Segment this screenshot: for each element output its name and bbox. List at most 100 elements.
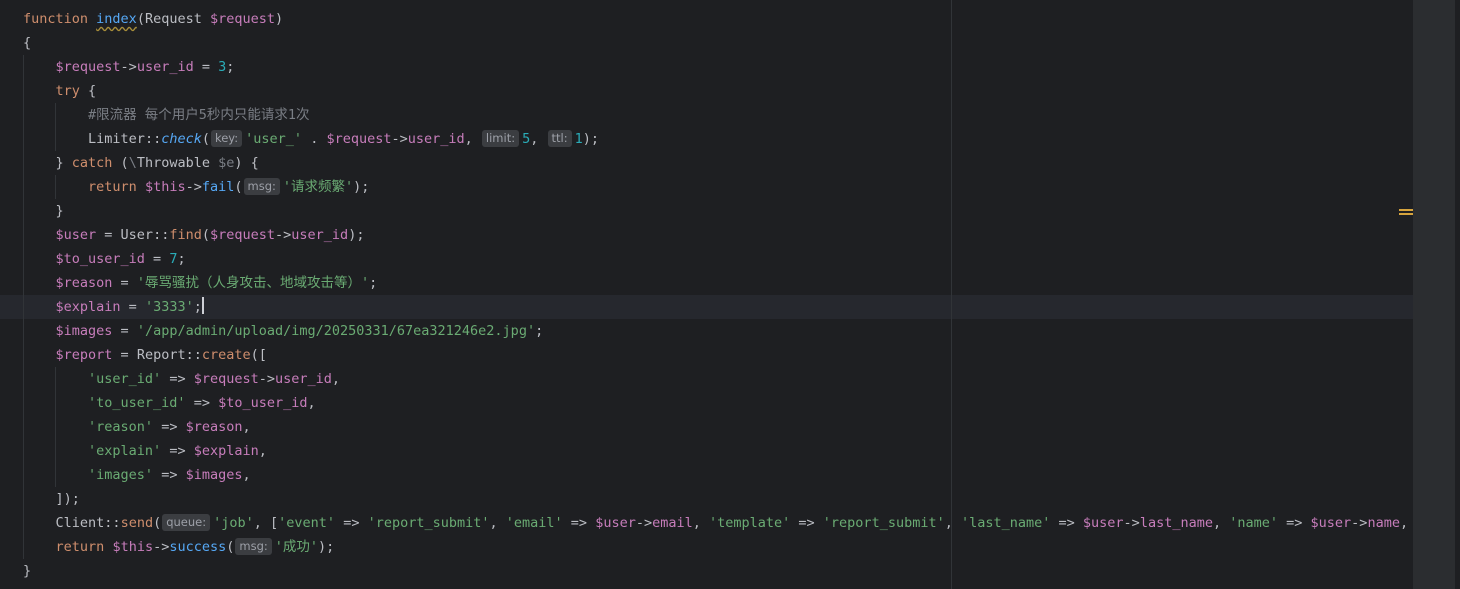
code-editor[interactable]: ⋯ function index(Request $request) { $re… xyxy=(0,0,1460,589)
indent-guide xyxy=(55,367,56,391)
array-key: 'email' xyxy=(505,515,563,531)
code-line[interactable]: return $this->fail(msg: '请求频繁'); xyxy=(0,175,1413,199)
window-edge xyxy=(1455,0,1460,589)
code-line[interactable]: ]); xyxy=(0,487,1413,511)
operator: => xyxy=(562,515,596,531)
property: email xyxy=(652,515,693,531)
code-line[interactable]: #限流器 每个用户5秒内只能请求1次 xyxy=(0,103,1413,127)
keyword: return xyxy=(55,539,105,555)
static-method[interactable]: send xyxy=(121,515,154,531)
unused-variable: $e xyxy=(218,155,235,171)
operator: = xyxy=(112,347,137,363)
operator: -> xyxy=(185,179,202,195)
code-line[interactable]: try { xyxy=(0,79,1413,103)
indent-guide xyxy=(23,271,24,295)
paren: ( xyxy=(201,131,210,147)
code-line[interactable]: Limiter::check(key:'user_' . $request->u… xyxy=(0,127,1413,151)
code-line[interactable]: 'to_user_id' => $to_user_id, xyxy=(0,391,1413,415)
operator: -> xyxy=(635,515,653,531)
variable: $request xyxy=(210,11,276,27)
variable: $request xyxy=(193,371,259,387)
indent-guide xyxy=(23,319,24,343)
scrollbar[interactable] xyxy=(1413,0,1456,589)
punct: ); xyxy=(318,539,335,555)
punct: , xyxy=(242,467,251,483)
code-line[interactable]: $images = '/app/admin/upload/img/2025033… xyxy=(0,319,1413,343)
variable: $reason xyxy=(185,419,243,435)
operator: => xyxy=(161,371,194,387)
code-line[interactable]: 'reason' => $reason, xyxy=(0,415,1413,439)
code-line[interactable]: 'explain' => $explain, xyxy=(0,439,1413,463)
class-name: Report xyxy=(136,347,186,363)
operator: -> xyxy=(391,131,408,147)
current-code-line[interactable]: $explain = '3333'; xyxy=(0,295,1413,319)
operator: -> xyxy=(120,59,137,75)
code-line[interactable]: $user = User::find($request->user_id); xyxy=(0,223,1413,247)
punct: , xyxy=(530,131,547,147)
function-name[interactable]: index xyxy=(96,11,137,27)
code-line[interactable]: { xyxy=(0,31,1413,55)
string: '辱骂骚扰（人身攻击、地域攻击等）' xyxy=(136,275,370,291)
punct: ; xyxy=(226,59,235,75)
indent-guide xyxy=(23,79,24,103)
operator: = xyxy=(112,275,137,291)
static-method[interactable]: find xyxy=(169,227,202,243)
variable: $user xyxy=(595,515,636,531)
code-area[interactable]: function index(Request $request) { $requ… xyxy=(0,7,1432,583)
punct: ; xyxy=(193,299,202,315)
array-key: 'to_user_id' xyxy=(88,395,186,411)
brace: } xyxy=(55,203,64,219)
indent-guide xyxy=(23,415,24,439)
code-line[interactable]: } xyxy=(0,559,1413,583)
indent-guide xyxy=(55,463,56,487)
punct: ); xyxy=(582,131,599,147)
indent-guide xyxy=(23,127,24,151)
code-line[interactable]: } catch (\Throwable $e) { xyxy=(0,151,1413,175)
code-line[interactable]: function index(Request $request) xyxy=(0,7,1413,31)
code-line[interactable]: $report = Report::create([ xyxy=(0,343,1413,367)
code-line[interactable]: $reason = '辱骂骚扰（人身攻击、地域攻击等）'; xyxy=(0,271,1413,295)
code-line[interactable]: } xyxy=(0,199,1413,223)
method-call[interactable]: success xyxy=(169,539,226,555)
variable: $request xyxy=(55,59,121,75)
warning-marker-icon[interactable] xyxy=(1399,209,1413,215)
indent-guide xyxy=(23,391,24,415)
number: 5 xyxy=(522,131,531,147)
indent-guide xyxy=(55,391,56,415)
operator: -> xyxy=(153,539,170,555)
indent-guide xyxy=(55,103,56,127)
code-line[interactable]: return $this->success(msg: '成功'); xyxy=(0,535,1413,559)
keyword: try xyxy=(55,83,80,99)
namespace-separator: \ xyxy=(128,155,137,171)
static-method[interactable]: check xyxy=(161,131,202,147)
parameter-hint: limit: xyxy=(481,130,520,147)
code-line[interactable]: 'user_id' => $request->user_id, xyxy=(0,367,1413,391)
code-line[interactable]: $to_user_id = 7; xyxy=(0,247,1413,271)
code-line[interactable]: Client::send(queue:'job', ['event' => 'r… xyxy=(0,511,1432,535)
method-call[interactable]: fail xyxy=(202,179,235,195)
fold-icon[interactable]: ⋯ xyxy=(24,0,38,5)
operator: => xyxy=(1278,515,1311,531)
punct: ; xyxy=(177,251,186,267)
variable: $this xyxy=(112,539,154,555)
array-key: 'explain' xyxy=(88,443,162,459)
code-line[interactable]: 'images' => $images, xyxy=(0,463,1413,487)
paren: ([ xyxy=(250,347,267,363)
code-line[interactable]: $request->user_id = 3; xyxy=(0,55,1413,79)
property: name xyxy=(1367,515,1400,531)
variable: $reason xyxy=(55,275,113,291)
indent-guide xyxy=(55,175,56,199)
parameter-hint: msg: xyxy=(235,538,272,555)
operator: -> xyxy=(275,227,292,243)
punct: , xyxy=(307,395,316,411)
keyword: function xyxy=(23,11,89,27)
punct: , xyxy=(242,419,251,435)
indent-guide xyxy=(55,127,56,151)
class-name: Client xyxy=(55,515,105,531)
static-method[interactable]: create xyxy=(202,347,251,363)
indent-guide xyxy=(55,415,56,439)
indent-guide xyxy=(23,55,24,79)
indent-guide xyxy=(23,343,24,367)
parameter-hint: ttl: xyxy=(547,130,572,147)
